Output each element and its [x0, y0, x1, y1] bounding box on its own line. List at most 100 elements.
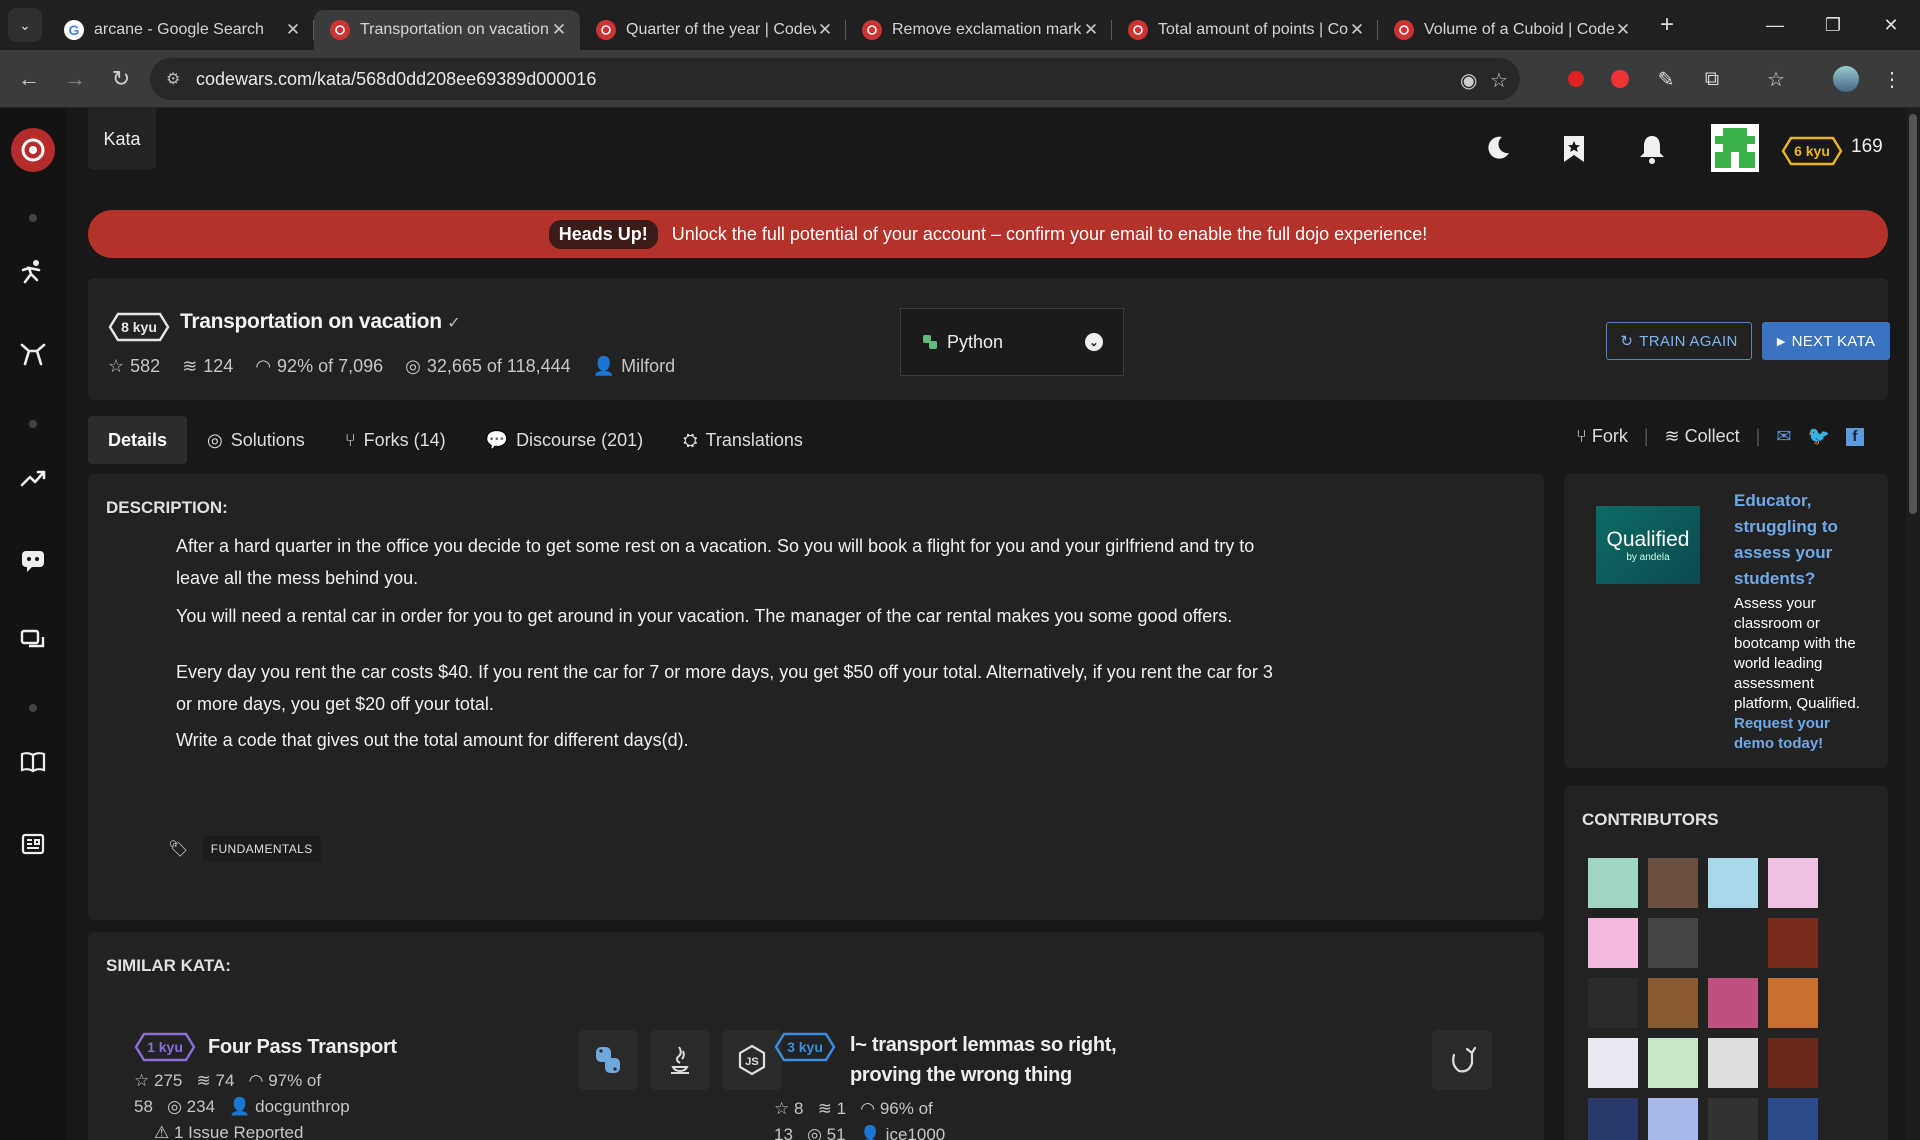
contributor-avatar[interactable]: [1768, 978, 1818, 1028]
contributor-avatar[interactable]: [1768, 1038, 1818, 1088]
codewars-logo[interactable]: [11, 128, 55, 172]
bookmark-icon[interactable]: [1560, 134, 1588, 164]
contributor-avatar[interactable]: [1588, 1038, 1638, 1088]
practice-icon[interactable]: [17, 256, 49, 288]
language-select[interactable]: Python ⌄: [900, 308, 1124, 376]
tab-forks[interactable]: ⑂ Forks (14): [325, 416, 466, 464]
contributor-avatar[interactable]: [1588, 1098, 1638, 1140]
collect-link[interactable]: ≋ Collect: [1665, 426, 1740, 447]
browser-tab-1[interactable]: G arcane - Google Search ✕: [48, 10, 314, 50]
twitter-share-icon[interactable]: 🐦: [1807, 426, 1829, 447]
contributor-avatar[interactable]: [1708, 858, 1758, 908]
author-name[interactable]: ice1000: [886, 1125, 946, 1140]
contributor-avatar[interactable]: [1708, 1098, 1758, 1140]
notifications-bell-icon[interactable]: [1638, 134, 1666, 164]
email-share-icon[interactable]: ✉: [1776, 426, 1791, 447]
author-name[interactable]: Milford: [621, 356, 675, 377]
tab-close-icon[interactable]: ✕: [550, 20, 568, 40]
user-avatar[interactable]: [1711, 124, 1759, 172]
browser-tab-6[interactable]: Volume of a Cuboid | Code ✕: [1378, 10, 1644, 50]
tab-close-icon[interactable]: ✕: [816, 20, 834, 40]
tab-search-button[interactable]: ⌄: [8, 8, 42, 42]
address-bar[interactable]: ⚙ codewars.com/kata/568d0dd208ee69389d00…: [150, 58, 1520, 100]
bookmarks-star-icon[interactable]: ☆: [1762, 65, 1790, 93]
java-language-icon[interactable]: [650, 1030, 710, 1090]
similar-kata-1-title[interactable]: Four Pass Transport: [208, 1032, 397, 1062]
python-language-icon[interactable]: [578, 1030, 638, 1090]
play-icon: ▶: [1776, 335, 1786, 348]
scrollbar-thumb[interactable]: [1909, 114, 1917, 514]
contributor-avatar[interactable]: [1768, 1098, 1818, 1140]
docs-book-icon[interactable]: [17, 746, 49, 778]
browser-tab-5[interactable]: Total amount of points | Co ✕: [1112, 10, 1378, 50]
dark-mode-moon-icon[interactable]: [1484, 134, 1512, 162]
lean-language-icon[interactable]: [1432, 1030, 1492, 1090]
profile-avatar[interactable]: [1832, 65, 1860, 93]
bookmark-star-icon[interactable]: ☆: [1490, 68, 1508, 93]
forward-icon[interactable]: →: [54, 58, 96, 100]
minimize-icon[interactable]: —: [1746, 0, 1804, 50]
contributor-avatar[interactable]: [1708, 1038, 1758, 1088]
next-kata-button[interactable]: ▶ NEXT KATA: [1762, 322, 1890, 360]
contributor-avatar[interactable]: [1588, 918, 1638, 968]
stop-extension-icon[interactable]: [1606, 65, 1634, 93]
fork-link[interactable]: ⑂ Fork: [1576, 426, 1628, 447]
puzzle-icon[interactable]: ⧉: [1698, 65, 1726, 93]
browser-tab-2[interactable]: Transportation on vacation ✕: [314, 10, 580, 50]
window-close-icon[interactable]: ✕: [1862, 0, 1920, 50]
eye-off-icon[interactable]: ◉: [1460, 68, 1477, 93]
contributor-avatar[interactable]: [1708, 918, 1758, 968]
tab-solutions[interactable]: ◎ Solutions: [187, 416, 325, 464]
satisfaction-total: 13: [774, 1125, 793, 1140]
stars-stat[interactable]: ☆ 582: [108, 356, 160, 377]
contributor-avatar[interactable]: [1708, 978, 1758, 1028]
pen-extension-icon[interactable]: ✎: [1652, 65, 1680, 93]
blog-news-icon[interactable]: [17, 828, 49, 860]
tab-details[interactable]: Details: [88, 416, 188, 464]
new-tab-button[interactable]: +: [1650, 11, 1684, 39]
kata-title-text: Transportation on vacation: [180, 310, 442, 333]
completed-check-icon: ✓: [447, 315, 461, 332]
back-icon[interactable]: ←: [8, 58, 50, 100]
tab-close-icon[interactable]: ✕: [1614, 20, 1632, 40]
contributor-avatar[interactable]: [1648, 858, 1698, 908]
train-again-button[interactable]: ↻ TRAIN AGAIN: [1606, 322, 1752, 360]
author-name[interactable]: docgunthrop: [255, 1097, 350, 1116]
request-demo-link[interactable]: Request your demo today!: [1734, 715, 1830, 752]
tab-close-icon[interactable]: ✕: [284, 20, 302, 40]
tab-discourse[interactable]: 💬 Discourse (201): [466, 416, 663, 464]
tab-label: Discourse (201): [516, 429, 644, 450]
tag-fundamentals[interactable]: FUNDAMENTALS: [202, 836, 321, 862]
restore-icon[interactable]: ❐: [1804, 0, 1862, 50]
contributor-avatar[interactable]: [1648, 1038, 1698, 1088]
contributor-avatar[interactable]: [1648, 1098, 1698, 1140]
tab-translations[interactable]: ⛭ Translations: [663, 416, 823, 464]
page-scrollbar[interactable]: [1906, 108, 1920, 1140]
warning-icon: ⚠: [154, 1123, 170, 1140]
contributor-avatar[interactable]: [1588, 978, 1638, 1028]
leaderboard-trend-icon[interactable]: [17, 462, 49, 494]
tab-close-icon[interactable]: ✕: [1348, 20, 1366, 40]
similar-kata-2-title[interactable]: l~ transport lemmas so right, proving th…: [850, 1030, 1117, 1090]
reload-icon[interactable]: ↻: [100, 58, 142, 100]
site-settings-icon[interactable]: ⚙: [166, 69, 180, 89]
qualified-ad[interactable]: Qualified by andela Educator, struggling…: [1564, 474, 1888, 768]
browser-tab-4[interactable]: Remove exclamation marks ✕: [846, 10, 1112, 50]
facebook-share-icon[interactable]: f: [1845, 427, 1864, 446]
contributor-avatar[interactable]: [1768, 858, 1818, 908]
contributor-avatar[interactable]: [1648, 918, 1698, 968]
discord-icon[interactable]: [17, 544, 49, 576]
contributor-avatar[interactable]: [1588, 858, 1638, 908]
javascript-language-icon[interactable]: JS: [722, 1030, 782, 1090]
contributor-avatar[interactable]: [1648, 978, 1698, 1028]
browser-tab-3[interactable]: Quarter of the year | Codew ✕: [580, 10, 846, 50]
layers-icon: ≋: [817, 1099, 832, 1118]
ad-headline[interactable]: Educator, struggling to assess your stud…: [1734, 488, 1858, 592]
contributor-avatar[interactable]: [1768, 918, 1818, 968]
author-stat[interactable]: 👤 Milford: [593, 356, 675, 377]
menu-kebab-icon[interactable]: ⋮: [1878, 65, 1906, 93]
tab-close-icon[interactable]: ✕: [1082, 20, 1100, 40]
extension-icon[interactable]: [1562, 65, 1590, 93]
discussions-icon[interactable]: [17, 624, 49, 656]
sparring-icon[interactable]: [17, 338, 49, 370]
